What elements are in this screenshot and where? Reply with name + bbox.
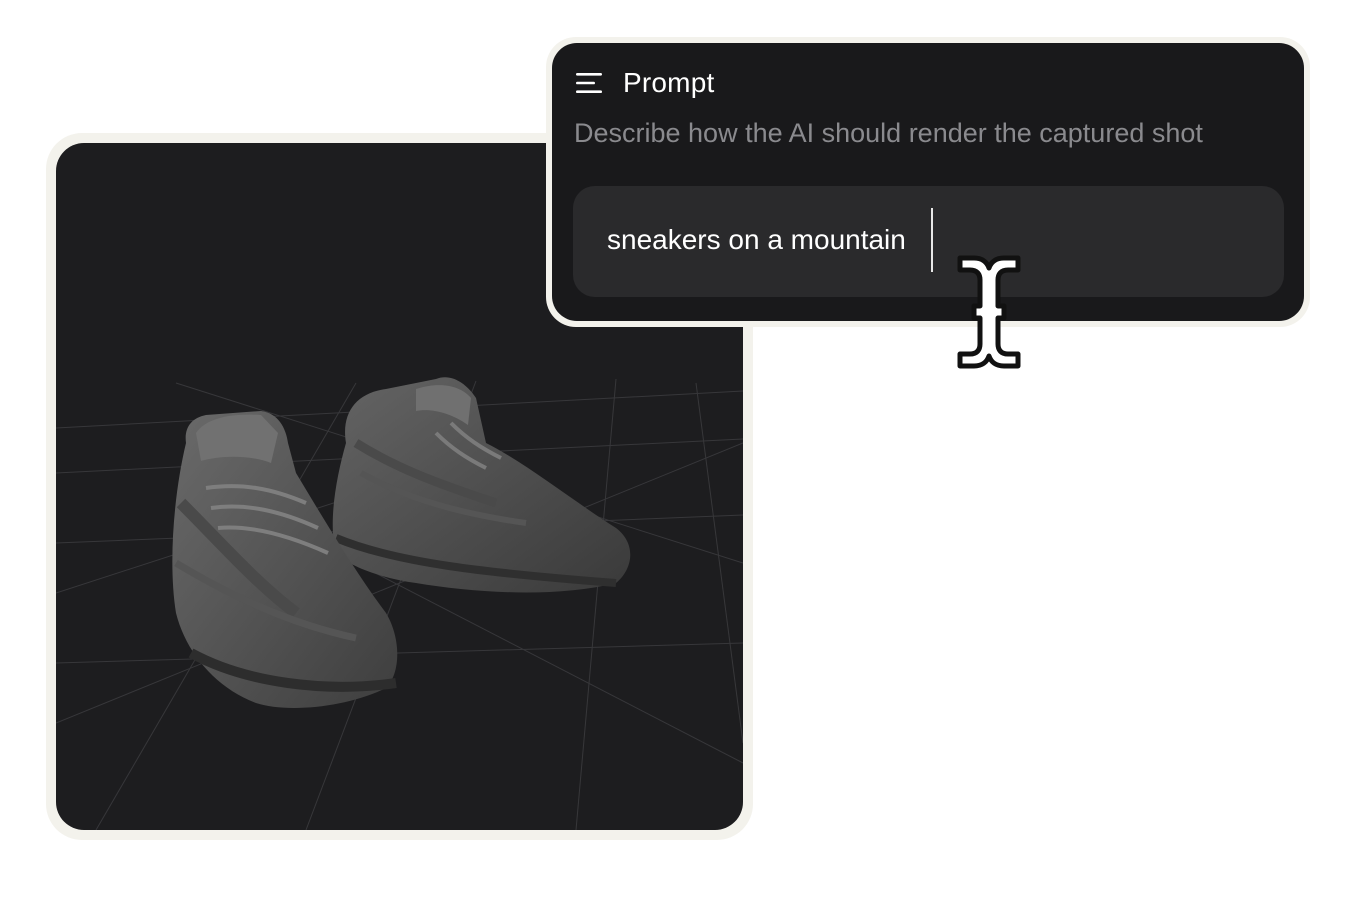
prompt-input[interactable]: sneakers on a mountain — [573, 186, 1284, 297]
text-caret — [931, 208, 933, 272]
stage: Prompt Describe how the AI should render… — [0, 0, 1360, 907]
text-cursor-icon — [957, 255, 1021, 369]
prompt-panel: Prompt Describe how the AI should render… — [552, 43, 1304, 321]
menu-icon[interactable] — [576, 72, 602, 94]
panel-title: Prompt — [623, 67, 715, 98]
sneaker-right — [332, 377, 631, 593]
panel-header: Prompt — [576, 67, 714, 99]
panel-description: Describe how the AI should render the ca… — [574, 118, 1203, 148]
prompt-input-value: sneakers on a mountain — [607, 224, 906, 255]
